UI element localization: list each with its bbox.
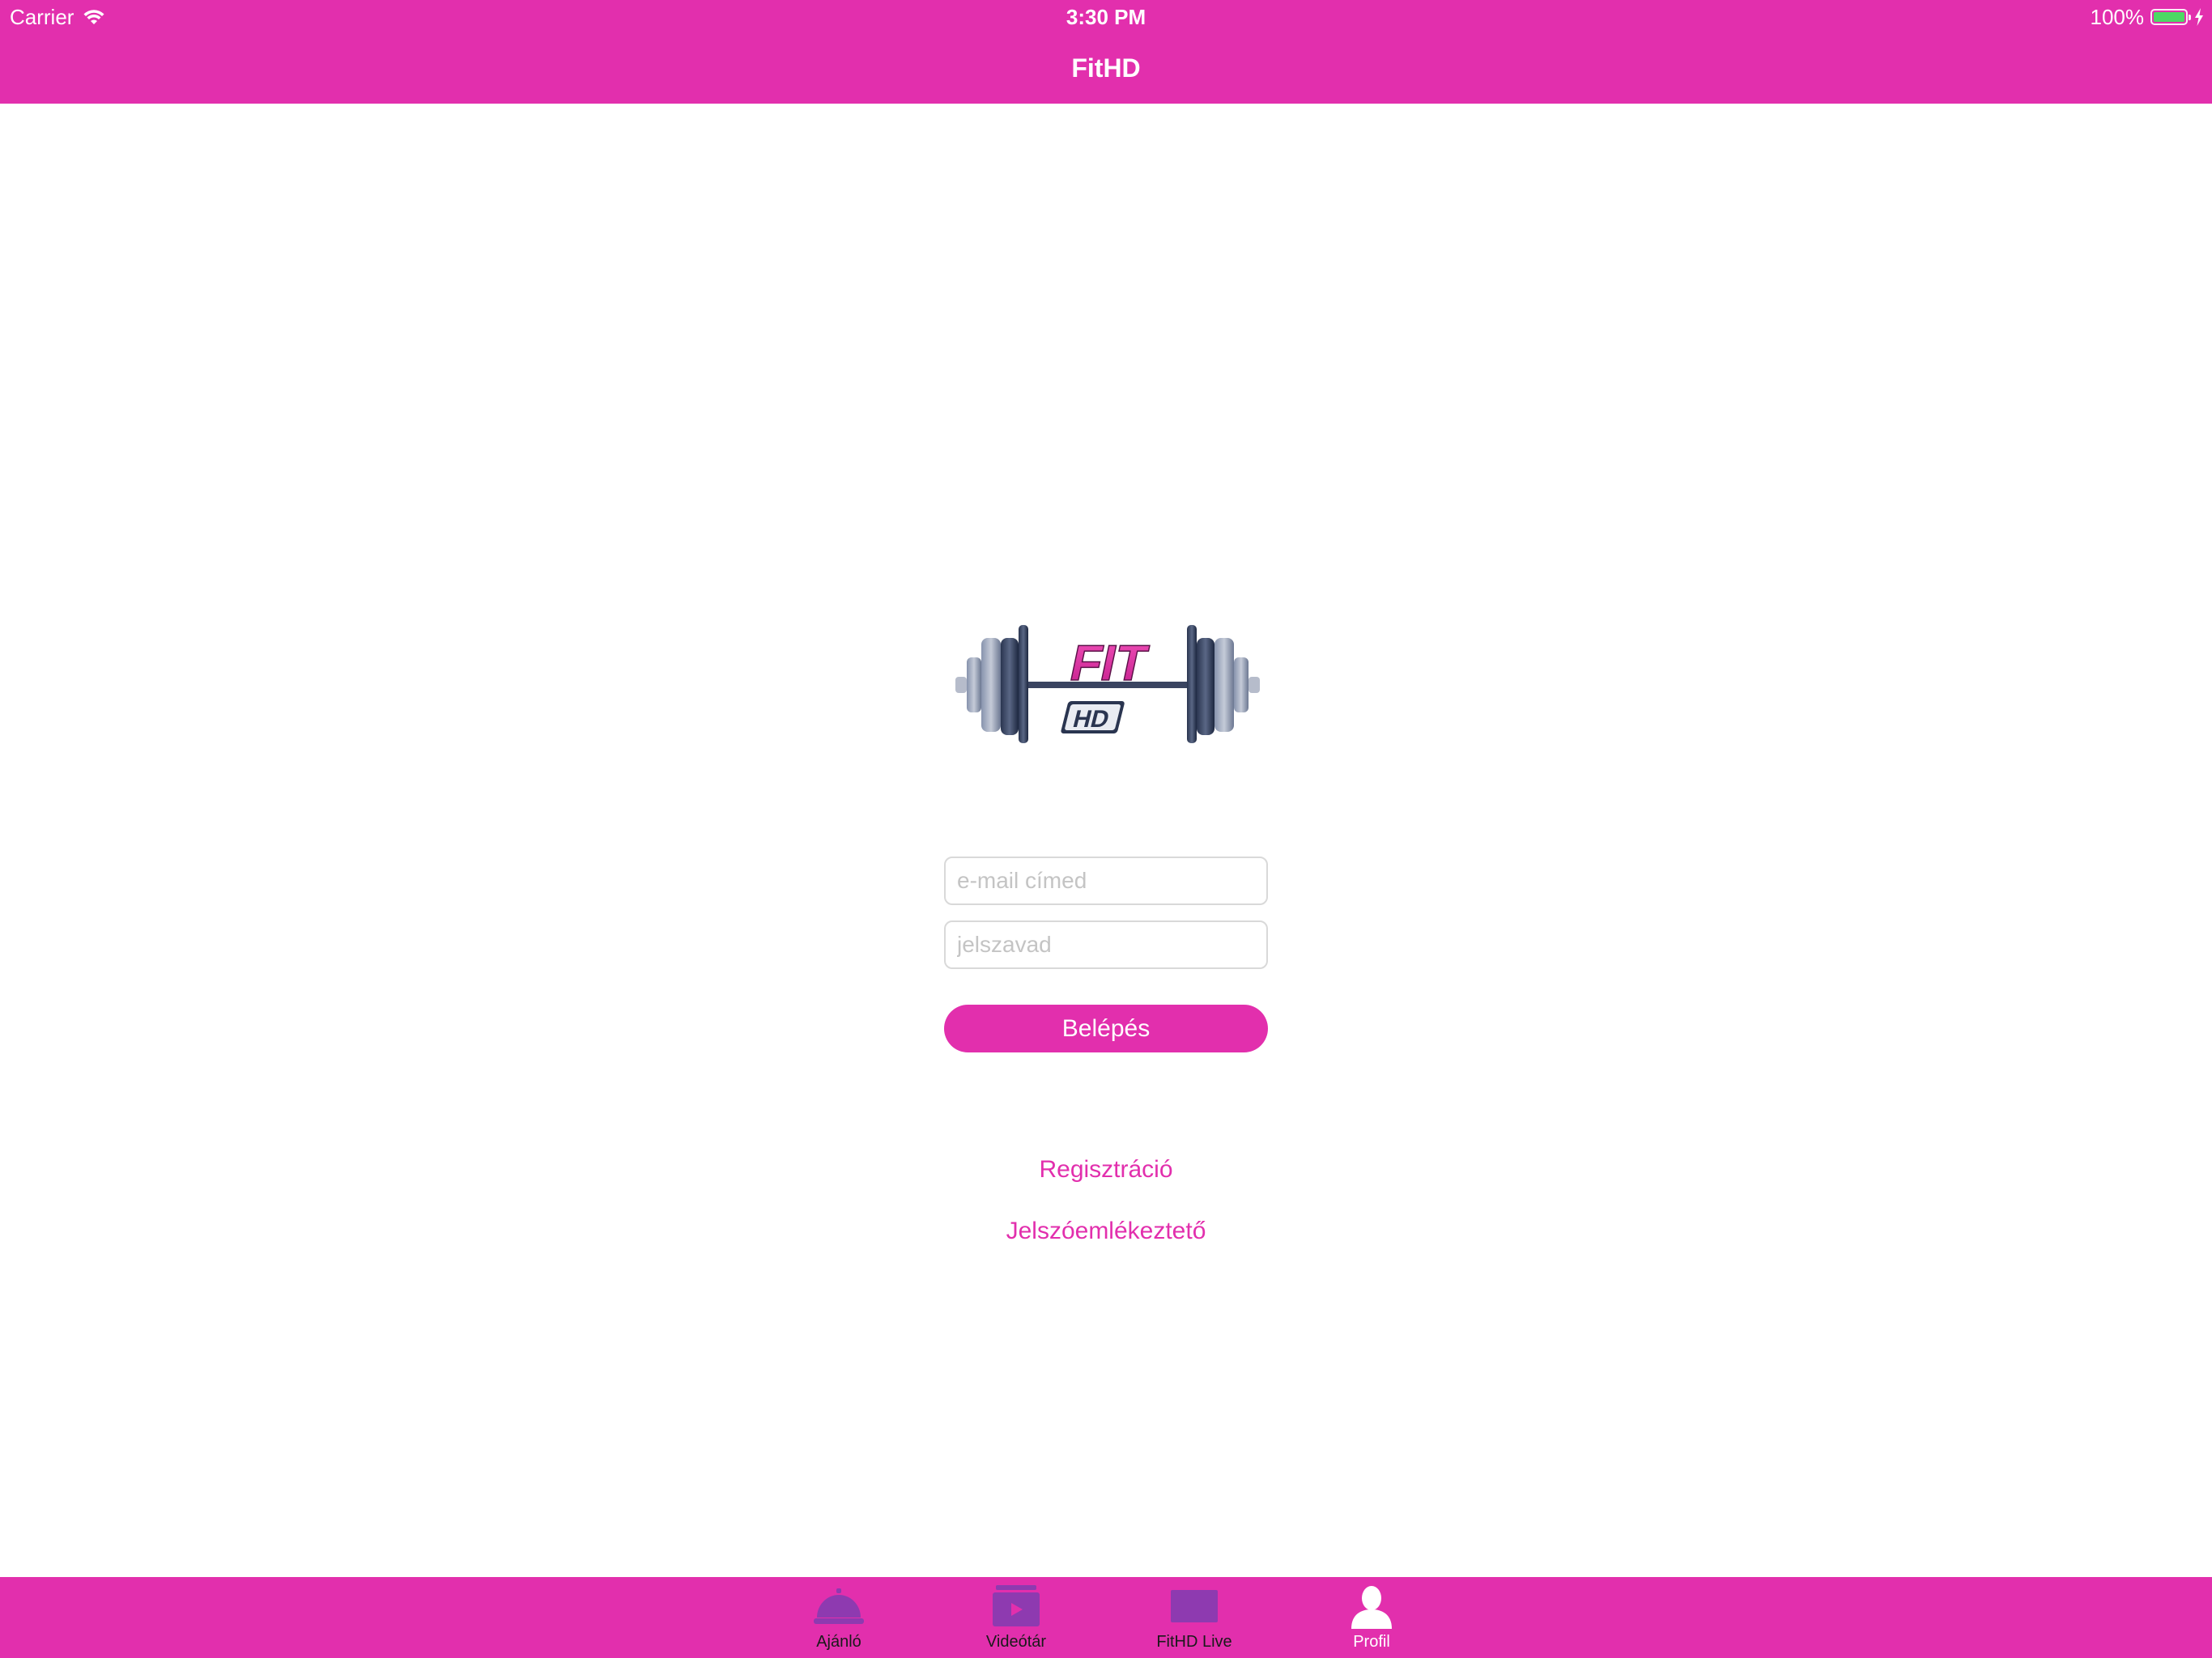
tab-bar: Ajánló Videótár FitHD Live Profil — [0, 1577, 2212, 1658]
register-link[interactable]: Regisztráció — [0, 1154, 2212, 1186]
fithd-barbell-logo: FIT HD — [955, 625, 1260, 743]
tab-videotar[interactable]: Videótár — [935, 1577, 1097, 1658]
svg-text:FIT: FIT — [1066, 636, 1153, 691]
password-input[interactable] — [944, 920, 1268, 969]
video-library-icon — [993, 1585, 1040, 1626]
top-bar: Carrier 3:30 PM 100% FitHD — [0, 0, 2212, 104]
forgot-password-link[interactable]: Jelszóemlékeztető — [0, 1215, 2212, 1248]
tab-label: Videótár — [985, 1633, 1047, 1651]
live-screen-icon — [1171, 1590, 1218, 1622]
battery-icon — [2150, 9, 2191, 25]
service-bell-icon — [814, 1588, 864, 1624]
svg-text:HD: HD — [1070, 705, 1112, 732]
tab-profil[interactable]: Profil — [1291, 1577, 1453, 1658]
battery-percent: 100% — [2090, 5, 2145, 29]
email-input[interactable] — [944, 857, 1268, 905]
login-button[interactable]: Belépés — [944, 1005, 1268, 1052]
status-time: 3:30 PM — [1066, 5, 1146, 29]
battery-fill — [2154, 12, 2184, 22]
charging-bolt-icon — [2195, 8, 2203, 26]
nav-title: FitHD — [1071, 53, 1141, 83]
tab-label: Ajánló — [816, 1633, 861, 1651]
tab-ajanlo[interactable]: Ajánló — [758, 1577, 920, 1658]
status-battery-area: 100% — [2091, 3, 2205, 31]
tab-label: FitHD Live — [1156, 1633, 1232, 1651]
login-screen: Carrier 3:30 PM 100% FitHD FIT HD e-mail… — [0, 0, 2212, 1658]
profile-icon — [1351, 1586, 1392, 1629]
tab-label: Profil — [1353, 1633, 1390, 1651]
tab-fithd-live[interactable]: FitHD Live — [1113, 1577, 1275, 1658]
